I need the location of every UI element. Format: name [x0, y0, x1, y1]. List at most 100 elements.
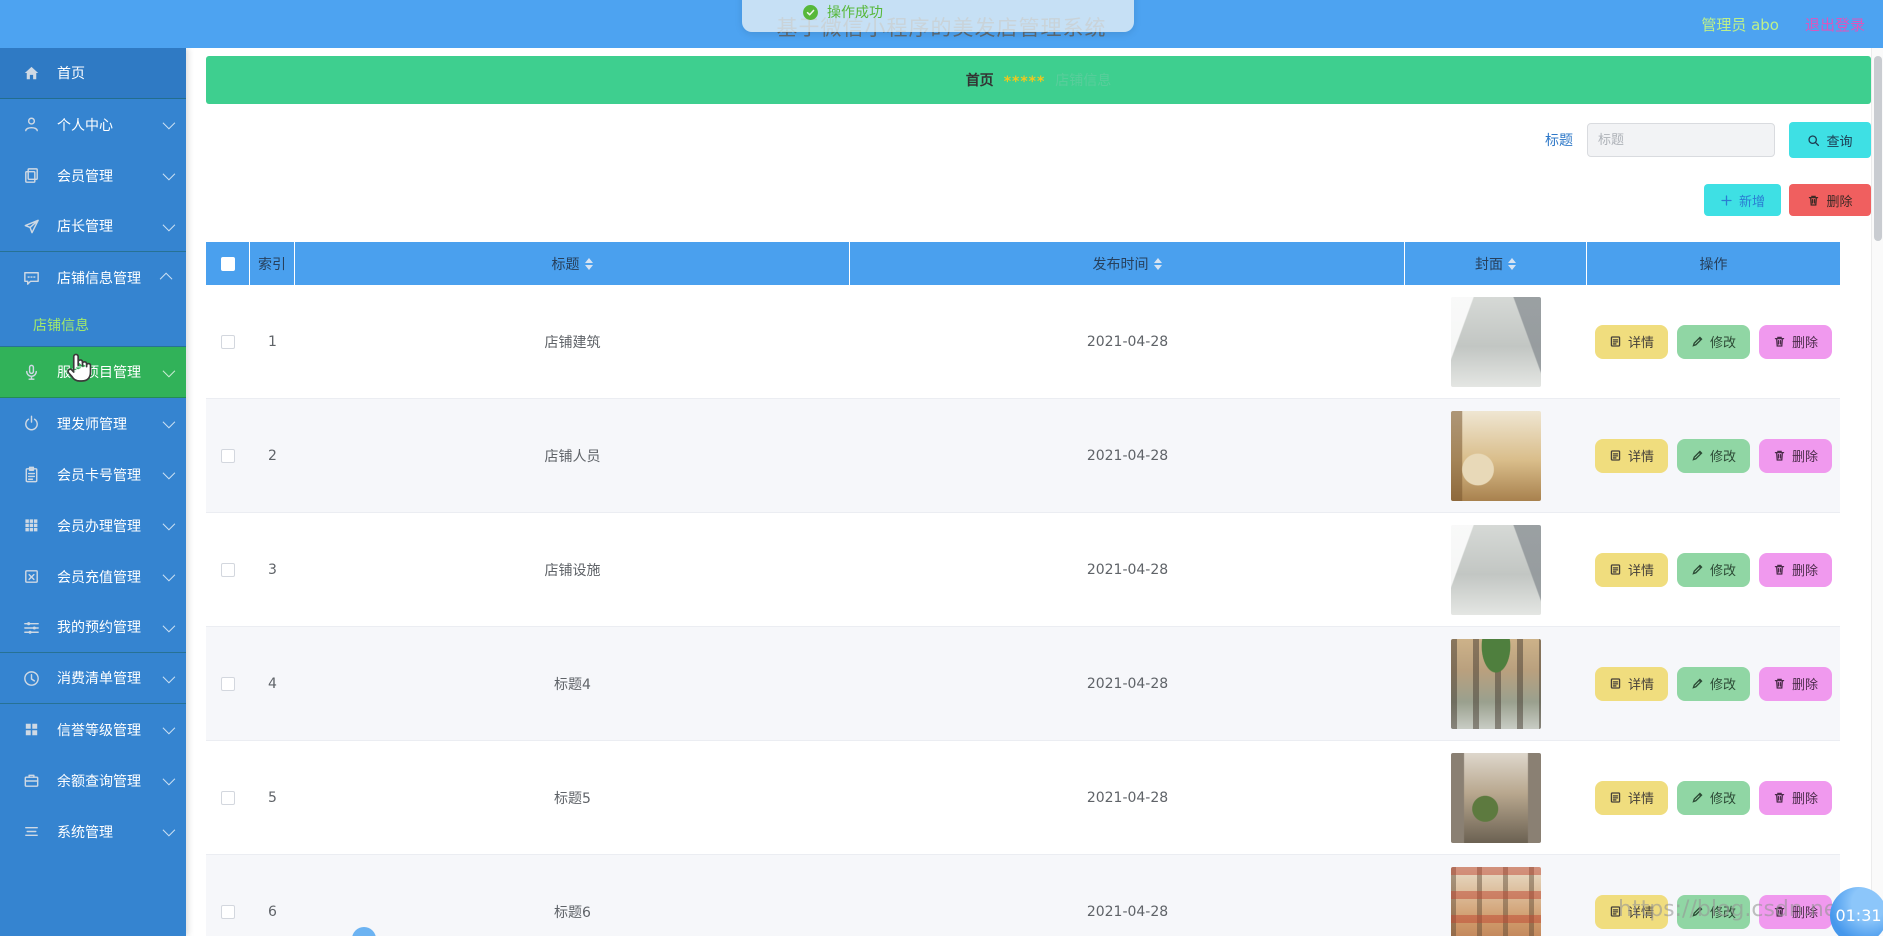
document-icon — [1609, 677, 1622, 690]
check-circle-icon — [802, 4, 819, 21]
table-header-row: 索引 标题 发布时间 封面 操作 — [206, 242, 1840, 285]
sidebar-item-label: 会员卡号管理 — [57, 465, 163, 485]
column-header-index[interactable]: 索引 — [250, 242, 295, 285]
row-checkbox[interactable] — [221, 905, 235, 919]
cell-index: 3 — [250, 562, 295, 578]
select-all-checkbox[interactable] — [221, 257, 235, 271]
sort-icon[interactable] — [585, 258, 593, 270]
edit-button[interactable]: 修改 — [1677, 667, 1750, 701]
detail-button[interactable]: 详情 — [1595, 781, 1668, 815]
cover-image[interactable] — [1451, 525, 1541, 615]
sidebar-item-personal-center[interactable]: 个人中心 — [0, 99, 186, 150]
trash-icon — [1773, 677, 1786, 690]
timer-label: 01:31 — [1835, 906, 1881, 925]
sidebar-item-label: 余额查询管理 — [57, 771, 163, 791]
edit-button[interactable]: 修改 — [1677, 325, 1750, 359]
sidebar-item-credit-mgmt[interactable]: 信誉等级管理 — [0, 704, 186, 755]
sidebar-item-recharge-mgmt[interactable]: 会员充值管理 — [0, 551, 186, 602]
edit-button[interactable]: 修改 — [1677, 781, 1750, 815]
pen-icon — [1691, 677, 1704, 690]
query-button[interactable]: 查询 — [1789, 122, 1871, 158]
sidebar-item-member-mgmt[interactable]: 会员管理 — [0, 150, 186, 201]
sidebar-item-appointment-mgmt[interactable]: 我的预约管理 — [0, 602, 186, 653]
delete-button[interactable]: 删除 — [1759, 439, 1832, 473]
send-icon — [22, 217, 41, 236]
detail-button[interactable]: 详情 — [1595, 439, 1668, 473]
sidebar-item-manager-mgmt[interactable]: 店长管理 — [0, 201, 186, 252]
sidebar-item-system-mgmt[interactable]: 系统管理 — [0, 806, 186, 857]
sort-icon[interactable] — [1508, 258, 1516, 270]
logout-link[interactable]: 退出登录 — [1805, 14, 1865, 35]
batch-delete-button[interactable]: 删除 — [1789, 184, 1871, 216]
breadcrumb-home[interactable]: 首页 — [966, 70, 994, 90]
detail-button[interactable]: 详情 — [1595, 667, 1668, 701]
document-icon — [1609, 335, 1622, 348]
sidebar-item-card-mgmt[interactable]: 会员卡号管理 — [0, 449, 186, 500]
sort-icon[interactable] — [1154, 258, 1162, 270]
column-header-date[interactable]: 发布时间 — [850, 242, 1405, 285]
recording-timer-bubble[interactable]: 01:31 — [1830, 887, 1883, 936]
sidebar-item-barber-mgmt[interactable]: 理发师管理 — [0, 398, 186, 449]
edit-button[interactable]: 修改 — [1677, 553, 1750, 587]
sidebar-item-label: 信誉等级管理 — [57, 720, 163, 740]
cell-title: 标题6 — [295, 902, 850, 922]
sidebar-item-label: 店长管理 — [57, 216, 163, 236]
pen-icon — [1691, 791, 1704, 804]
sidebar-item-consume-mgmt[interactable]: 消费清单管理 — [0, 653, 186, 704]
detail-button[interactable]: 详情 — [1595, 325, 1668, 359]
breadcrumb-current: 店铺信息 — [1055, 70, 1111, 90]
edit-button[interactable]: 修改 — [1677, 439, 1750, 473]
table-toolbar: 标题 查询 新增 — [206, 122, 1871, 216]
vertical-scrollbar[interactable] — [1871, 48, 1883, 936]
delete-button[interactable]: 删除 — [1759, 781, 1832, 815]
sidebar-item-label: 会员办理管理 — [57, 516, 163, 536]
cell-title: 标题5 — [295, 788, 850, 808]
column-header-cover[interactable]: 封面 — [1405, 242, 1587, 285]
add-button-label: 新增 — [1739, 191, 1765, 210]
cover-image[interactable] — [1451, 411, 1541, 501]
power-icon — [22, 414, 41, 433]
add-button[interactable]: 新增 — [1704, 184, 1781, 216]
chevron-down-icon — [163, 670, 176, 683]
pen-icon — [1691, 335, 1704, 348]
row-checkbox[interactable] — [221, 791, 235, 805]
sidebar-item-member-handle-mgmt[interactable]: 会员办理管理 — [0, 500, 186, 551]
column-header-ops: 操作 — [1587, 242, 1840, 285]
cover-image[interactable] — [1451, 867, 1541, 936]
sidebar-item-label: 理发师管理 — [57, 414, 163, 434]
detail-button[interactable]: 详情 — [1595, 553, 1668, 587]
column-header-title[interactable]: 标题 — [295, 242, 850, 285]
sidebar-subitem-shop-info[interactable]: 店铺信息 — [0, 303, 186, 347]
batch-delete-button-label: 删除 — [1826, 191, 1852, 210]
chevron-down-icon — [163, 619, 176, 632]
cover-image[interactable] — [1451, 297, 1541, 387]
home-icon — [22, 64, 41, 83]
scrollbar-thumb[interactable] — [1874, 56, 1882, 241]
delete-button[interactable]: 删除 — [1759, 553, 1832, 587]
delete-button[interactable]: 删除 — [1759, 325, 1832, 359]
sidebar-subitem-label: 店铺信息 — [33, 315, 89, 335]
sidebar-item-balance-mgmt[interactable]: 余额查询管理 — [0, 755, 186, 806]
microphone-icon — [22, 363, 41, 382]
current-user-label: 管理员 abo — [1701, 14, 1779, 35]
sidebar-item-label: 消费清单管理 — [57, 668, 163, 688]
row-checkbox[interactable] — [221, 449, 235, 463]
chevron-down-icon — [163, 722, 176, 735]
cover-image[interactable] — [1451, 753, 1541, 843]
row-checkbox[interactable] — [221, 335, 235, 349]
sidebar-item-shop-info-mgmt[interactable]: 店铺信息管理 — [0, 252, 186, 303]
grid9-icon — [22, 516, 41, 535]
chevron-down-icon — [163, 773, 176, 786]
row-checkbox[interactable] — [221, 563, 235, 577]
title-search-input[interactable] — [1587, 123, 1775, 157]
trash-icon — [1773, 563, 1786, 576]
row-checkbox[interactable] — [221, 677, 235, 691]
cover-image[interactable] — [1451, 639, 1541, 729]
sidebar-item-label: 系统管理 — [57, 822, 163, 842]
menu-icon — [22, 822, 41, 841]
trash-icon — [1807, 194, 1820, 207]
delete-button[interactable]: 删除 — [1759, 667, 1832, 701]
document-icon — [1609, 563, 1622, 576]
clipboard-icon — [22, 465, 41, 484]
sidebar-item-home[interactable]: 首页 — [0, 48, 186, 99]
